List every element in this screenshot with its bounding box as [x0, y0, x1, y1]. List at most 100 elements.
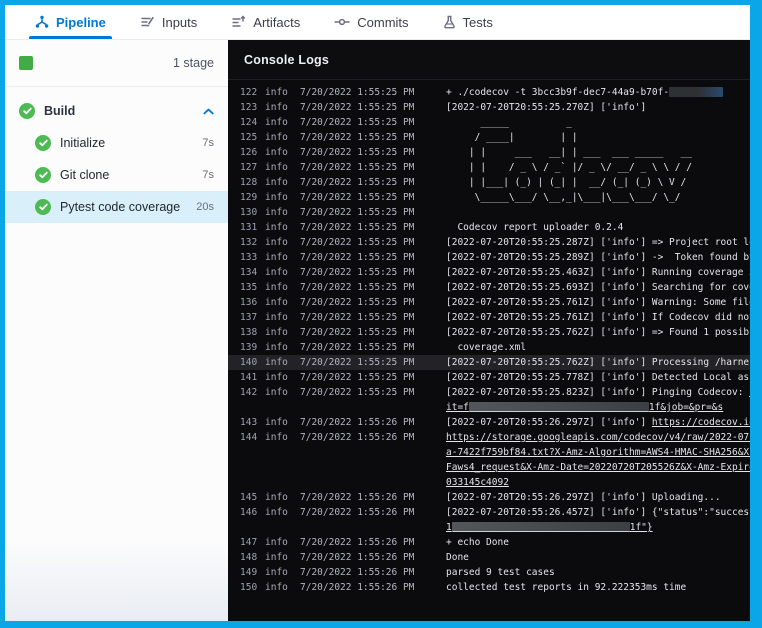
log-timestamp: 7/20/2022 1:55:25 PM	[300, 385, 416, 400]
log-row[interactable]: 127info7/20/2022 1:55:25 PM | | / _ \ / …	[228, 160, 750, 175]
log-row[interactable]: 129info7/20/2022 1:55:25 PM \_____\___/ …	[228, 190, 750, 205]
log-row[interactable]: 125info7/20/2022 1:55:25 PM / ____| | |	[228, 130, 750, 145]
log-timestamp: 7/20/2022 1:55:26 PM	[300, 505, 416, 520]
log-message: [2022-07-20T20:55:26.297Z] ['info'] http…	[446, 415, 750, 430]
log-timestamp: 7/20/2022 1:55:25 PM	[300, 295, 416, 310]
log-row[interactable]: 139info7/20/2022 1:55:25 PM coverage.xml	[228, 340, 750, 355]
log-row[interactable]: 033145c4092	[228, 475, 750, 490]
log-row[interactable]: 122info7/20/2022 1:55:25 PM+ ./codecov -…	[228, 85, 750, 100]
log-row[interactable]: 149info7/20/2022 1:55:26 PMparsed 9 test…	[228, 565, 750, 580]
log-link[interactable]: a-7422f759bf84.txt?X-Amz-Algorithm=AWS4-…	[446, 447, 750, 458]
screenshot-frame: PipelineInputsArtifactsCommitsTests 1 st…	[0, 0, 762, 628]
tab-tests[interactable]: Tests	[441, 5, 495, 39]
log-row[interactable]: 126info7/20/2022 1:55:25 PM | | ___ __| …	[228, 145, 750, 160]
log-message: [2022-07-20T20:55:25.463Z] ['info'] Runn…	[446, 265, 750, 280]
log-row[interactable]: it=f 1f&job=&pr=&s	[228, 400, 750, 415]
log-row[interactable]: 143info7/20/2022 1:55:26 PM[2022-07-20T2…	[228, 415, 750, 430]
log-timestamp: 7/20/2022 1:55:25 PM	[300, 100, 416, 115]
log-message: [2022-07-20T20:55:25.778Z] ['info'] Dete…	[446, 370, 750, 385]
log-level: info	[265, 295, 289, 310]
log-text: [2022-07-20T20:55:25.762Z] ['info'] Proc…	[446, 357, 750, 368]
step-label: Pytest code coverage	[60, 200, 180, 214]
log-message: / ____| | |	[446, 130, 750, 145]
log-line-number: 148	[240, 550, 260, 565]
log-link[interactable]: 1f&job=&pr=&s	[649, 402, 723, 413]
artifacts-icon	[231, 15, 246, 29]
log-row[interactable]: 141info7/20/2022 1:55:25 PM[2022-07-20T2…	[228, 370, 750, 385]
log-level: info	[265, 340, 289, 355]
log-timestamp: 7/20/2022 1:55:25 PM	[300, 115, 416, 130]
log-row[interactable]: 134info7/20/2022 1:55:25 PM[2022-07-20T2…	[228, 265, 750, 280]
tab-pipeline[interactable]: Pipeline	[33, 5, 108, 39]
log-link[interactable]: https://storage.googleapis.com/codecov/v…	[446, 432, 750, 443]
log-row[interactable]: Faws4_request&X-Amz-Date=20220720T205526…	[228, 460, 750, 475]
log-text: [2022-07-20T20:55:25.761Z] ['info'] Warn…	[446, 297, 750, 308]
log-level: info	[265, 325, 289, 340]
log-row[interactable]: a-7422f759bf84.txt?X-Amz-Algorithm=AWS4-…	[228, 445, 750, 460]
log-row[interactable]: 132info7/20/2022 1:55:25 PM[2022-07-20T2…	[228, 235, 750, 250]
log-row[interactable]: 1 1f"}	[228, 520, 750, 535]
step-git-clone[interactable]: Git clone 7s	[5, 159, 228, 191]
log-row[interactable]: 150info7/20/2022 1:55:26 PMcollected tes…	[228, 580, 750, 595]
log-row[interactable]: 137info7/20/2022 1:55:25 PM[2022-07-20T2…	[228, 310, 750, 325]
log-row[interactable]: 140info7/20/2022 1:55:25 PM[2022-07-20T2…	[228, 355, 750, 370]
log-message: | | ___ __| | ___ ___ _____ __	[446, 145, 750, 160]
log-link[interactable]: 1	[446, 522, 452, 533]
step-pytest-code-coverage[interactable]: Pytest code coverage20s	[5, 191, 228, 223]
log-level: info	[265, 205, 289, 220]
log-line-number: 142	[240, 385, 260, 400]
log-level: info	[265, 370, 289, 385]
step-initialize[interactable]: Initialize7s	[5, 127, 228, 159]
log-rows[interactable]: 122info7/20/2022 1:55:25 PM+ ./codecov -…	[228, 80, 750, 621]
tab-label: Pipeline	[56, 15, 106, 30]
log-message: _____ _	[446, 115, 750, 130]
log-row[interactable]: 136info7/20/2022 1:55:25 PM[2022-07-20T2…	[228, 295, 750, 310]
log-text: [2022-07-20T20:55:25.693Z] ['info'] Sear…	[446, 282, 750, 293]
log-link[interactable]: https://codecov.io/	[652, 417, 750, 428]
step-label: Git clone	[60, 168, 109, 182]
tab-inputs[interactable]: Inputs	[138, 5, 199, 39]
log-row[interactable]: 131info7/20/2022 1:55:25 PM Codecov repo…	[228, 220, 750, 235]
tab-artifacts[interactable]: Artifacts	[229, 5, 302, 39]
log-row[interactable]: 144info7/20/2022 1:55:26 PMhttps://stora…	[228, 430, 750, 445]
log-level: info	[265, 190, 289, 205]
log-row[interactable]: 128info7/20/2022 1:55:25 PM | |___| (_) …	[228, 175, 750, 190]
log-link[interactable]: it=f	[446, 402, 469, 413]
log-row[interactable]: 138info7/20/2022 1:55:25 PM[2022-07-20T2…	[228, 325, 750, 340]
stage-status-square[interactable]	[19, 56, 33, 70]
log-line-number: 140	[240, 355, 260, 370]
log-level: info	[265, 175, 289, 190]
log-level: info	[265, 100, 289, 115]
tab-commits[interactable]: Commits	[332, 5, 410, 39]
log-row[interactable]: 147info7/20/2022 1:55:26 PM+ echo Done	[228, 535, 750, 550]
redacted-block	[452, 522, 630, 532]
log-link[interactable]: Faws4_request&X-Amz-Date=20220720T205526…	[446, 462, 750, 473]
log-timestamp: 7/20/2022 1:55:25 PM	[300, 340, 416, 355]
log-timestamp: 7/20/2022 1:55:25 PM	[300, 265, 416, 280]
log-row[interactable]: 135info7/20/2022 1:55:25 PM[2022-07-20T2…	[228, 280, 750, 295]
log-row[interactable]: 124info7/20/2022 1:55:25 PM _____ _	[228, 115, 750, 130]
step-duration: 7s	[202, 169, 214, 181]
log-message: [2022-07-20T20:55:25.761Z] ['info'] Warn…	[446, 295, 750, 310]
log-row[interactable]: 148info7/20/2022 1:55:26 PMDone	[228, 550, 750, 565]
chevron-up-icon[interactable]	[203, 108, 214, 115]
log-row[interactable]: 123info7/20/2022 1:55:25 PM[2022-07-20T2…	[228, 100, 750, 115]
pipeline-app: PipelineInputsArtifactsCommitsTests 1 st…	[5, 5, 750, 621]
log-line-number: 126	[240, 145, 260, 160]
log-message: | | / _ \ / _` |/ _ \/ __/ _ \ \ / /	[446, 160, 750, 175]
log-link[interactable]: ht	[749, 387, 750, 398]
log-row[interactable]: 133info7/20/2022 1:55:25 PM[2022-07-20T2…	[228, 250, 750, 265]
log-line-number: 133	[240, 250, 260, 265]
log-row[interactable]: 142info7/20/2022 1:55:25 PM[2022-07-20T2…	[228, 385, 750, 400]
flask-icon	[443, 15, 456, 29]
stage-group-build[interactable]: Build	[5, 95, 228, 127]
log-link[interactable]: 1f"}	[630, 522, 653, 533]
log-row[interactable]: 130info7/20/2022 1:55:25 PM	[228, 205, 750, 220]
log-level: info	[265, 550, 289, 565]
log-row[interactable]: 145info7/20/2022 1:55:26 PM[2022-07-20T2…	[228, 490, 750, 505]
log-timestamp: 7/20/2022 1:55:26 PM	[300, 535, 416, 550]
log-level: info	[265, 415, 289, 430]
log-link[interactable]: 033145c4092	[446, 477, 509, 488]
log-row[interactable]: 146info7/20/2022 1:55:26 PM[2022-07-20T2…	[228, 505, 750, 520]
log-message: 033145c4092	[446, 475, 750, 490]
